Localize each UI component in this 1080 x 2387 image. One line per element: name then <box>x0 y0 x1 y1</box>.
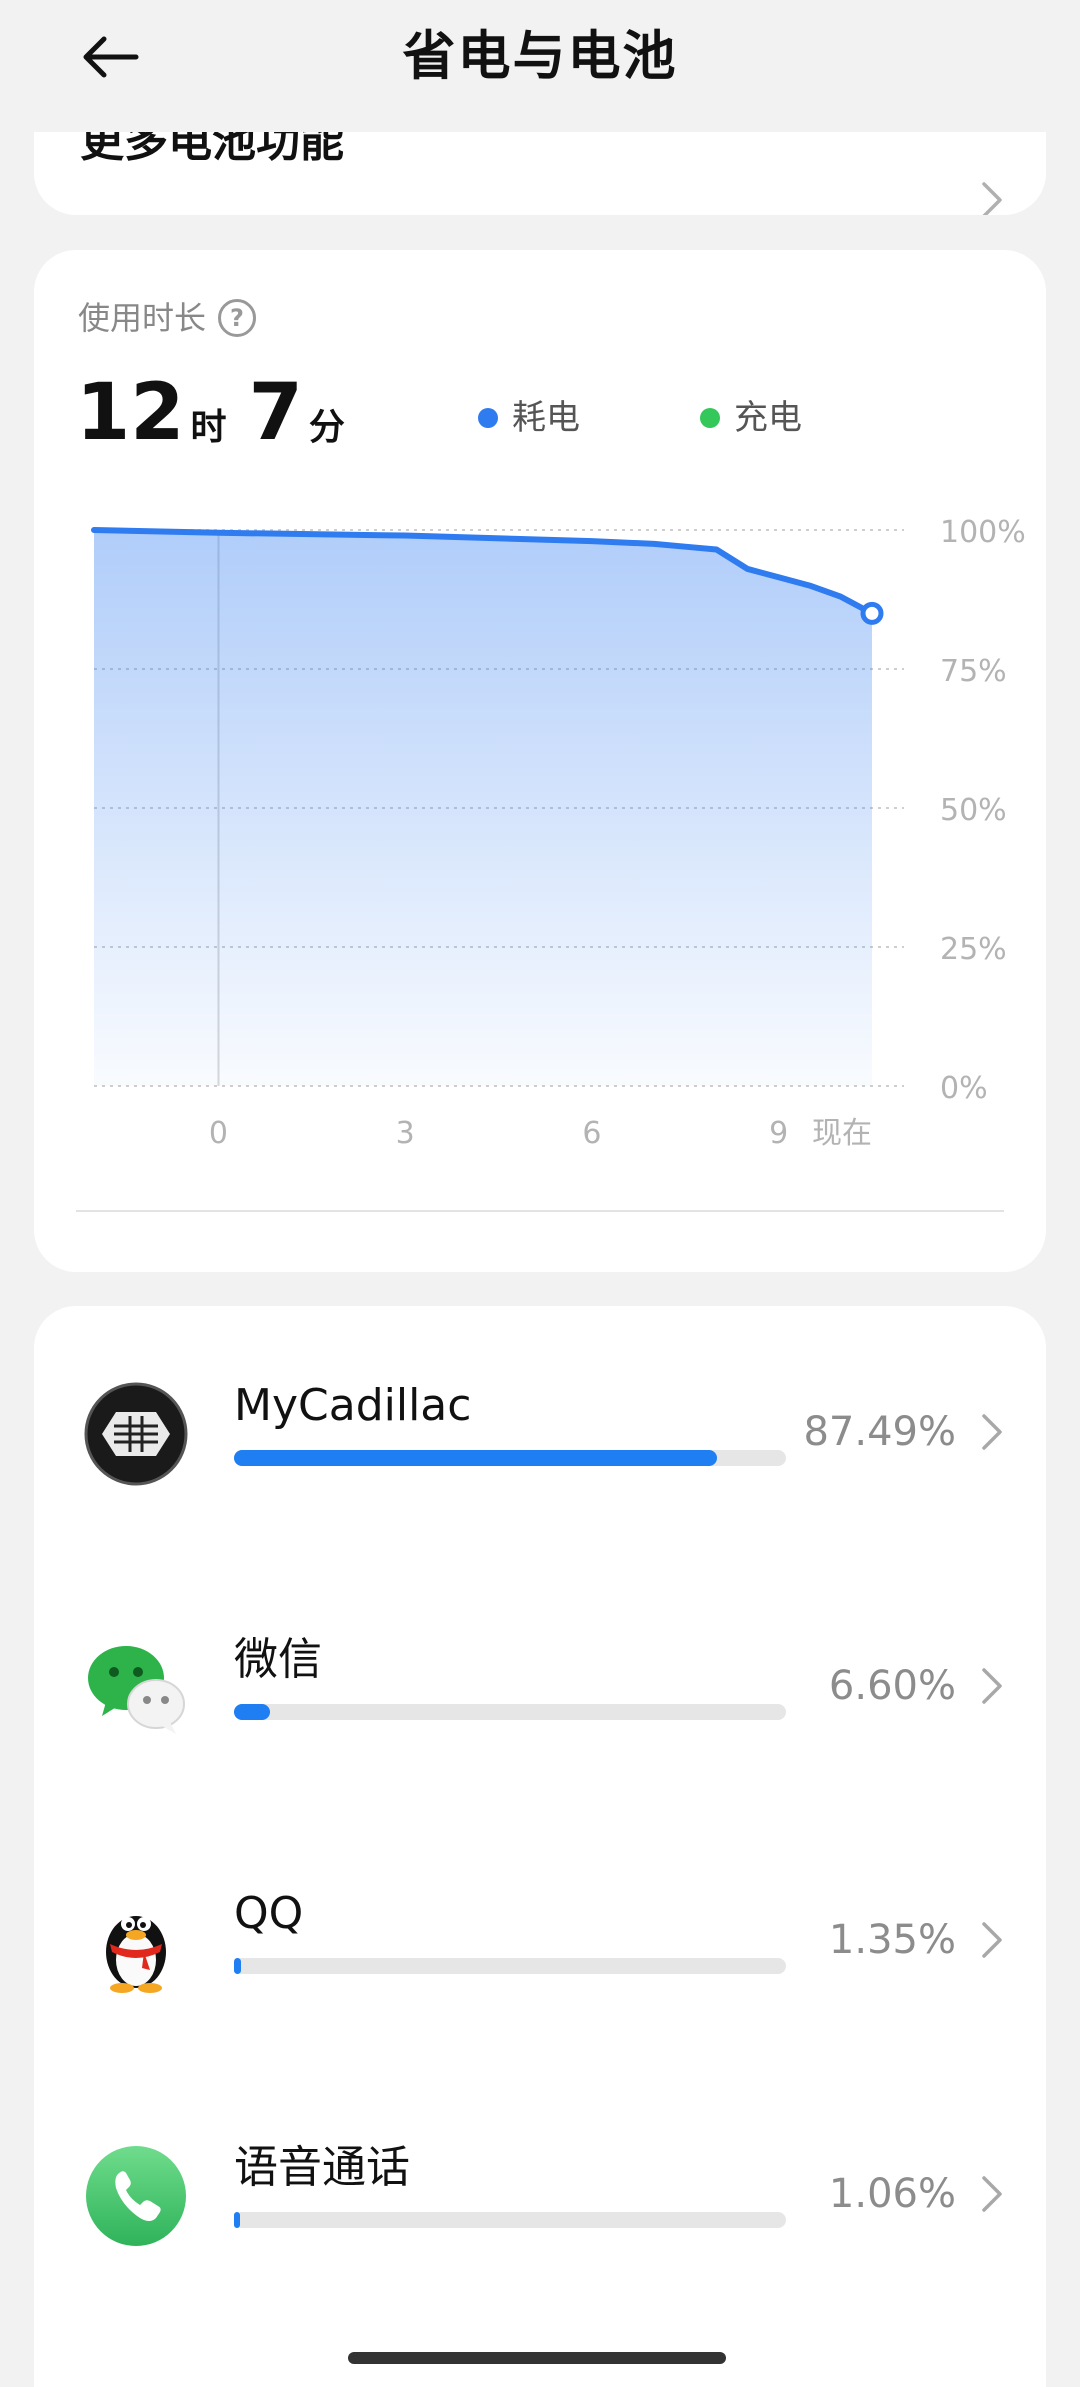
chart-y-tick-label: 50% <box>940 793 1007 828</box>
app-row-mycadillac[interactable]: MyCadillac 87.49% <box>34 1332 1046 1532</box>
app-usage-percent: 1.35% <box>828 1917 956 1963</box>
chart-y-tick-label: 100% <box>940 515 1026 550</box>
app-row-qq[interactable]: QQ 1.35% <box>34 1840 1046 2040</box>
app-usage-percent: 6.60% <box>828 1663 956 1709</box>
usage-card: 使用时长 ? 12 时 7 分 耗电 充电 100% 75% 50% 25% 0% 0 3 6… <box>34 250 1046 1272</box>
app-usage-percent: 1.06% <box>828 2171 956 2217</box>
chart-y-tick-label: 0% <box>940 1071 988 1106</box>
chevron-right-icon <box>982 1414 1002 1450</box>
chart-y-tick-label: 25% <box>940 932 1007 967</box>
usage-progress-bar <box>234 1450 786 1466</box>
header: 省电与电池 <box>0 0 1080 132</box>
cadillac-app-icon <box>84 1382 188 1486</box>
chevron-right-icon <box>982 2176 1002 2212</box>
chevron-right-icon <box>982 1922 1002 1958</box>
chart-x-tick-label: 9 <box>769 1116 788 1151</box>
chart-x-tick-label: 3 <box>396 1116 415 1151</box>
home-indicator[interactable] <box>348 2352 726 2364</box>
divider <box>76 1210 1004 1212</box>
qq-app-icon <box>84 1890 188 1994</box>
app-name: MyCadillac <box>234 1380 472 1431</box>
phone-call-app-icon <box>84 2144 188 2248</box>
app-usage-list: MyCadillac 87.49% 微信 6.60% QQ 1.35% 语音通话… <box>34 1306 1046 2387</box>
chart-area-fill <box>94 530 872 1086</box>
usage-progress-fill <box>234 1704 271 1720</box>
chevron-right-icon <box>982 182 1002 215</box>
usage-progress-bar <box>234 1704 786 1720</box>
app-name: 微信 <box>234 1634 322 1685</box>
app-name: QQ <box>234 1888 304 1939</box>
battery-level-chart[interactable]: 100% 75% 50% 25% 0% 0 3 6 9 现在 <box>34 250 1046 1210</box>
usage-progress-fill <box>234 1450 717 1466</box>
wechat-app-icon <box>84 1636 188 1740</box>
app-name: 语音通话 <box>234 2142 410 2193</box>
chart-x-tick-label: 0 <box>209 1116 228 1151</box>
usage-progress-fill <box>234 1958 242 1974</box>
usage-progress-bar <box>234 2212 786 2228</box>
chart-x-tick-label-now: 现在 <box>812 1116 872 1151</box>
app-row-voice-call[interactable]: 语音通话 1.06% <box>34 2094 1046 2294</box>
app-usage-percent: 87.49% <box>803 1409 956 1455</box>
usage-progress-fill <box>234 2212 240 2228</box>
chart-y-tick-label: 75% <box>940 654 1007 689</box>
chart-current-point <box>860 601 884 625</box>
usage-progress-bar <box>234 1958 786 1974</box>
chevron-right-icon <box>982 1668 1002 1704</box>
chart-x-tick-label: 6 <box>582 1116 601 1151</box>
page-title: 省电与电池 <box>402 26 678 87</box>
app-row-wechat[interactable]: 微信 6.60% <box>34 1586 1046 1786</box>
